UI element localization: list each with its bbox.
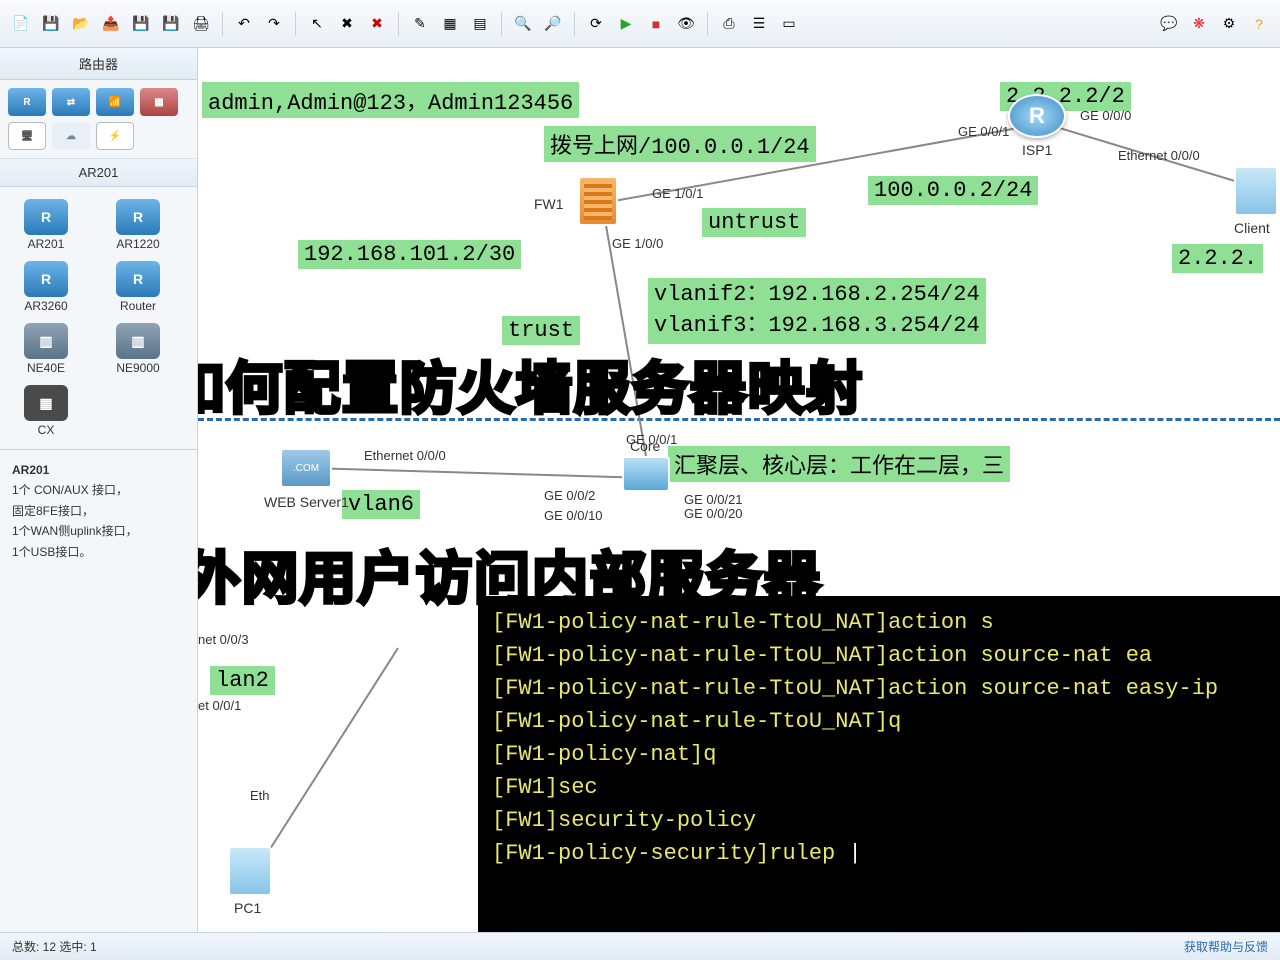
device-ar3260[interactable]: RAR3260 — [4, 257, 88, 317]
wlan-category-icon[interactable]: 📶 — [96, 88, 134, 116]
iface-ge101: GE 1/0/1 — [652, 186, 703, 201]
stop-button[interactable]: ■ — [643, 11, 669, 37]
align-button[interactable]: ▦ — [437, 11, 463, 37]
untrust-ip-label: 100.0.0.2/24 — [868, 176, 1038, 205]
iface-eth: Eth — [250, 788, 270, 803]
device-ne40e[interactable]: ▥NE40E — [4, 319, 88, 379]
device-description: AR201 1个 CON/AUX 接口， 固定8FE接口， 1个WAN侧upli… — [0, 449, 197, 932]
open-button[interactable]: 📂 — [68, 11, 94, 37]
separator — [574, 12, 575, 36]
iface-net003: net 0/0/3 — [198, 632, 249, 647]
device-grid: RAR201 RAR1220 RAR3260 RRouter ▥NE40E ▥N… — [0, 187, 197, 449]
device-ar201[interactable]: RAR201 — [4, 195, 88, 255]
status-bar: 总数: 12 选中: 1 获取帮助与反馈 — [0, 932, 1280, 960]
zoom-out-button[interactable]: 🔎 — [540, 11, 566, 37]
web-server-node[interactable]: .COM — [280, 448, 332, 488]
topology-canvas[interactable]: admin,Admin@123，Admin123456 拨号上网/100.0.0… — [198, 48, 1280, 932]
delete-button[interactable]: ✖ — [334, 11, 360, 37]
grid-button[interactable]: ▤ — [467, 11, 493, 37]
firewall-category-icon[interactable]: ▦ — [140, 88, 178, 116]
redo-button[interactable]: ↷ — [261, 11, 287, 37]
fw1-node[interactable] — [578, 176, 618, 226]
client-ip-label: 2.2.2. — [1172, 244, 1263, 273]
settings-button[interactable]: ⚙ — [1216, 11, 1242, 37]
iface-eth000: Ethernet 0/0/0 — [1118, 148, 1200, 163]
inside-ip-label: 192.168.101.2/30 — [298, 240, 521, 269]
device-ne9000[interactable]: ▥NE9000 — [96, 319, 180, 379]
help-feedback-link[interactable]: 获取帮助与反馈 — [1184, 938, 1268, 955]
desc-title: AR201 — [12, 463, 49, 477]
undo-button[interactable]: ↶ — [231, 11, 257, 37]
dialup-label: 拨号上网/100.0.0.1/24 — [544, 126, 816, 162]
iface-ge0020: GE 0/0/20 — [684, 506, 743, 521]
separator — [398, 12, 399, 36]
iface-ge0010: GE 0/0/10 — [544, 508, 603, 523]
save-config-button[interactable]: 💾 — [158, 11, 184, 37]
save-button[interactable]: 💾 — [128, 11, 154, 37]
subcategory-header: AR201 — [0, 159, 197, 187]
separator — [707, 12, 708, 36]
category-header: 路由器 — [0, 48, 197, 80]
pc-category-icon[interactable]: 🖥 — [8, 122, 46, 150]
list-button[interactable]: ☰ — [746, 11, 772, 37]
monitor-button[interactable]: 👁 — [673, 11, 699, 37]
vlan2-label: lan2 — [210, 666, 275, 695]
iface-ge000: GE 0/0/0 — [1080, 108, 1131, 123]
pc1-node[interactable] — [228, 846, 272, 896]
isp1-node[interactable]: R — [1008, 94, 1066, 138]
zone-divider — [198, 418, 1280, 421]
admin-credentials-label: admin,Admin@123，Admin123456 — [202, 82, 579, 118]
connection-category-icon[interactable]: ⚡ — [96, 122, 134, 150]
core-node[interactable] — [622, 456, 670, 492]
fw1-label: FW1 — [534, 196, 564, 212]
iface-ge001: GE 0/0/1 — [958, 124, 1009, 139]
client-node[interactable] — [1234, 166, 1278, 216]
cli-terminal[interactable]: [FW1-policy-nat-rule-TtoU_NAT]action s [… — [478, 596, 1280, 932]
main-toolbar: 📄 💾 📂 📤 💾 💾 🖨 ↶ ↷ ↖ ✖ ✖ ✎ ▦ ▤ 🔍 🔎 ⟳ ▶ ■ … — [0, 0, 1280, 48]
iface-ge0001: GE 0/0/1 — [626, 432, 677, 447]
start-button[interactable]: ▶ — [613, 11, 639, 37]
device-ar1220[interactable]: RAR1220 — [96, 195, 180, 255]
switch-category-icon[interactable]: ⇄ — [52, 88, 90, 116]
client-label: Client — [1234, 220, 1270, 236]
vlanif-label: vlanif2：192.168.2.254/24vlanif3：192.168.… — [648, 278, 986, 344]
status-count: 总数: 12 选中: 1 — [12, 938, 97, 955]
iface-eth000-web: Ethernet 0/0/0 — [364, 448, 446, 463]
cloud-category-icon[interactable]: ☁ — [52, 122, 90, 150]
capture-button[interactable]: ⎙ — [716, 11, 742, 37]
edit-button[interactable]: ✎ — [407, 11, 433, 37]
separator — [222, 12, 223, 36]
separator — [501, 12, 502, 36]
untrust-zone-label: untrust — [702, 208, 806, 237]
iface-et001: et 0/0/1 — [198, 698, 241, 713]
pc1-label: PC1 — [234, 900, 261, 916]
overlay-title-1: 如何配置防火墙服务器映射 — [198, 344, 864, 425]
huawei-icon[interactable]: ❋ — [1186, 11, 1212, 37]
vlan6-label: vlan6 — [342, 490, 420, 519]
zoom-in-button[interactable]: 🔍 — [510, 11, 536, 37]
agg-layer-label: 汇聚层、核心层：工作在二层，三 — [668, 446, 1010, 482]
save-as-button[interactable]: 💾 — [38, 11, 64, 37]
export-button[interactable]: 📤 — [98, 11, 124, 37]
separator — [295, 12, 296, 36]
router-category-icon[interactable]: R — [8, 88, 46, 116]
new-file-button[interactable]: 📄 — [8, 11, 34, 37]
device-sidebar: 路由器 R ⇄ 📶 ▦ 🖥 ☁ ⚡ AR201 RAR201 RAR1220 R… — [0, 48, 198, 932]
print-button[interactable]: 🖨 — [188, 11, 214, 37]
device-router[interactable]: RRouter — [96, 257, 180, 317]
help-button[interactable]: ? — [1246, 11, 1272, 37]
category-icons: R ⇄ 📶 ▦ 🖥 ☁ ⚡ — [0, 80, 197, 159]
iface-ge002: GE 0/0/2 — [544, 488, 595, 503]
chat-button[interactable]: 💬 — [1156, 11, 1182, 37]
isp1-label: ISP1 — [1022, 142, 1052, 158]
device-cx[interactable]: ▦CX — [4, 381, 88, 441]
iface-ge100: GE 1/0/0 — [612, 236, 663, 251]
refresh-button[interactable]: ⟳ — [583, 11, 609, 37]
web-label: WEB Server1 — [264, 494, 349, 510]
pointer-button[interactable]: ↖ — [304, 11, 330, 37]
trust-zone-label: trust — [502, 316, 580, 345]
iface-ge0021: GE 0/0/21 — [684, 492, 743, 507]
cli-button[interactable]: ▭ — [776, 11, 802, 37]
delete-all-button[interactable]: ✖ — [364, 11, 390, 37]
